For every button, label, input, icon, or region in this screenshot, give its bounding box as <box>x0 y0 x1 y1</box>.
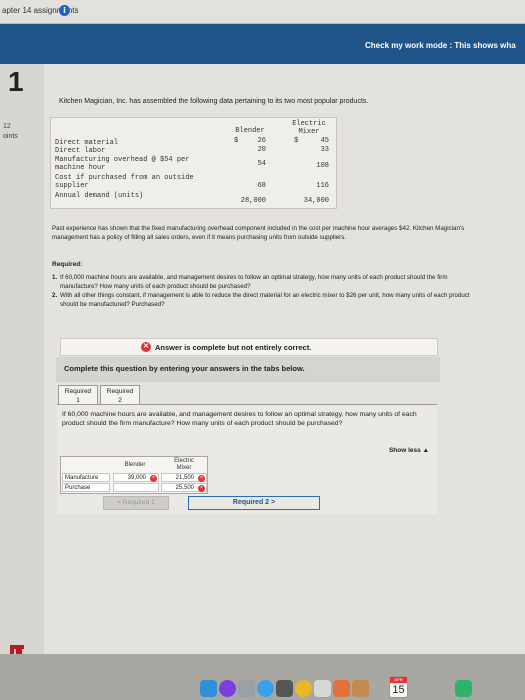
incorrect-icon: ✕ <box>141 342 151 352</box>
answer-status-text: Answer is complete but not entirely corr… <box>155 343 312 352</box>
row-label-annual-demand: Annual demand (units) <box>55 192 144 200</box>
currency-mixer: $ <box>294 137 299 145</box>
tab-required-2[interactable]: Required 2 <box>100 385 140 405</box>
row-label-overhead-line1: Manufacturing overhead @ $54 per <box>55 156 190 164</box>
question-intro: Kitchen Magician, Inc. has assembled the… <box>59 98 369 105</box>
col-header-blender: Blender <box>235 127 265 135</box>
mail-icon[interactable] <box>314 680 331 697</box>
value-blender-dm: 26 <box>257 137 266 145</box>
answer-table: Blender Electric Mixer Manufacture 39,00… <box>60 456 208 494</box>
show-less-toggle[interactable]: Show less ▲ <box>389 447 429 454</box>
error-icon: × <box>198 475 205 482</box>
value-blender-oh: 54 <box>257 160 266 168</box>
answer-row-manufacture: Manufacture <box>62 473 110 482</box>
prev-required-button[interactable]: < Required 1 <box>103 496 169 510</box>
currency-blender: $ <box>234 137 239 145</box>
check-mode-label: Check my work mode : This shows wha <box>365 41 516 50</box>
row-label-direct-material: Direct material <box>55 139 119 147</box>
siri-icon[interactable] <box>219 680 236 697</box>
value-mixer-dl: 33 <box>320 146 329 154</box>
value-mixer-dm: 45 <box>320 137 329 145</box>
input-blender-purchase[interactable] <box>113 483 159 492</box>
tab-required-1[interactable]: Required 1 <box>58 385 98 405</box>
required-item-number: 2. <box>52 292 58 299</box>
value-blender-dl: 20 <box>257 146 266 154</box>
tab-label: Required <box>64 388 92 395</box>
points-label: 12 oints <box>3 122 18 142</box>
cell-value: 39,000 <box>127 475 146 481</box>
answer-status-banner: ✕ Answer is complete but not entirely co… <box>60 338 438 356</box>
notes-icon[interactable] <box>455 680 472 697</box>
chrome-icon[interactable] <box>295 680 312 697</box>
answer-row-purchase: Purchase <box>62 483 110 492</box>
instruction-bar: Complete this question by entering your … <box>56 357 440 382</box>
row-label-outside-cost-line2: supplier <box>55 182 89 190</box>
info-icon[interactable]: i <box>59 5 70 16</box>
calendar-icon[interactable]: APR 15 <box>389 676 408 698</box>
points-text: oints <box>3 133 18 140</box>
rocket-icon[interactable] <box>276 680 293 697</box>
answer-col-mixer-line1: Electric <box>174 458 194 464</box>
panel-question: If 60,000 machine hours are available, a… <box>62 411 417 427</box>
nav-bar: Check my work mode : This shows wha <box>0 24 525 64</box>
value-blender-demand: 28,000 <box>240 197 266 205</box>
answer-col-mixer-line2: Mixer <box>176 465 192 471</box>
row-label-outside-cost-line1: Cost if purchased from an outside <box>55 174 194 182</box>
contacts-icon[interactable] <box>352 680 369 697</box>
finder-icon[interactable] <box>200 680 217 697</box>
question-sidebar <box>0 64 44 654</box>
input-mixer-manufacture[interactable]: 21,500 × <box>161 473 207 482</box>
points-value: 12 <box>3 123 11 130</box>
tab-label: Required <box>106 388 134 395</box>
experience-paragraph: Past experience has shown that the fixed… <box>52 225 465 241</box>
cell-value: 25,500 <box>175 485 194 491</box>
safari-icon[interactable] <box>257 680 274 697</box>
value-mixer-demand: 34,000 <box>303 197 329 205</box>
input-blender-manufacture[interactable]: 39,000 × <box>113 473 159 482</box>
col-header-mixer-line2: Mixer <box>298 128 320 136</box>
photos-icon[interactable] <box>333 680 350 697</box>
error-icon: × <box>198 485 205 492</box>
calendar-day: 15 <box>392 684 405 696</box>
value-mixer-oh: 108 <box>316 162 329 170</box>
answer-col-blender: Blender <box>124 462 146 468</box>
input-mixer-purchase[interactable]: 25,500 × <box>161 483 207 492</box>
launchpad-icon[interactable] <box>238 680 255 697</box>
next-required-button[interactable]: Required 2 > <box>188 496 320 510</box>
product-data-table: Blender Electric Mixer Direct material $… <box>50 117 337 209</box>
required-item-number: 1. <box>52 274 58 281</box>
question-number: 1 <box>8 66 24 97</box>
row-label-direct-labor: Direct labor <box>55 147 106 155</box>
required-item-text: With all other things constant, if manag… <box>60 292 470 308</box>
required-heading: Required: <box>52 261 83 268</box>
top-bar: apter 14 assignments i <box>0 0 525 24</box>
row-label-overhead-line2: machine hour <box>55 164 106 172</box>
error-icon: × <box>150 475 157 482</box>
value-mixer-outside: 116 <box>316 182 329 190</box>
cell-value: 21,500 <box>175 475 194 481</box>
value-blender-outside: 68 <box>257 182 266 190</box>
required-item-text: If 60,000 machine hours are available, a… <box>60 274 448 290</box>
col-header-mixer-line1: Electric <box>292 120 326 128</box>
